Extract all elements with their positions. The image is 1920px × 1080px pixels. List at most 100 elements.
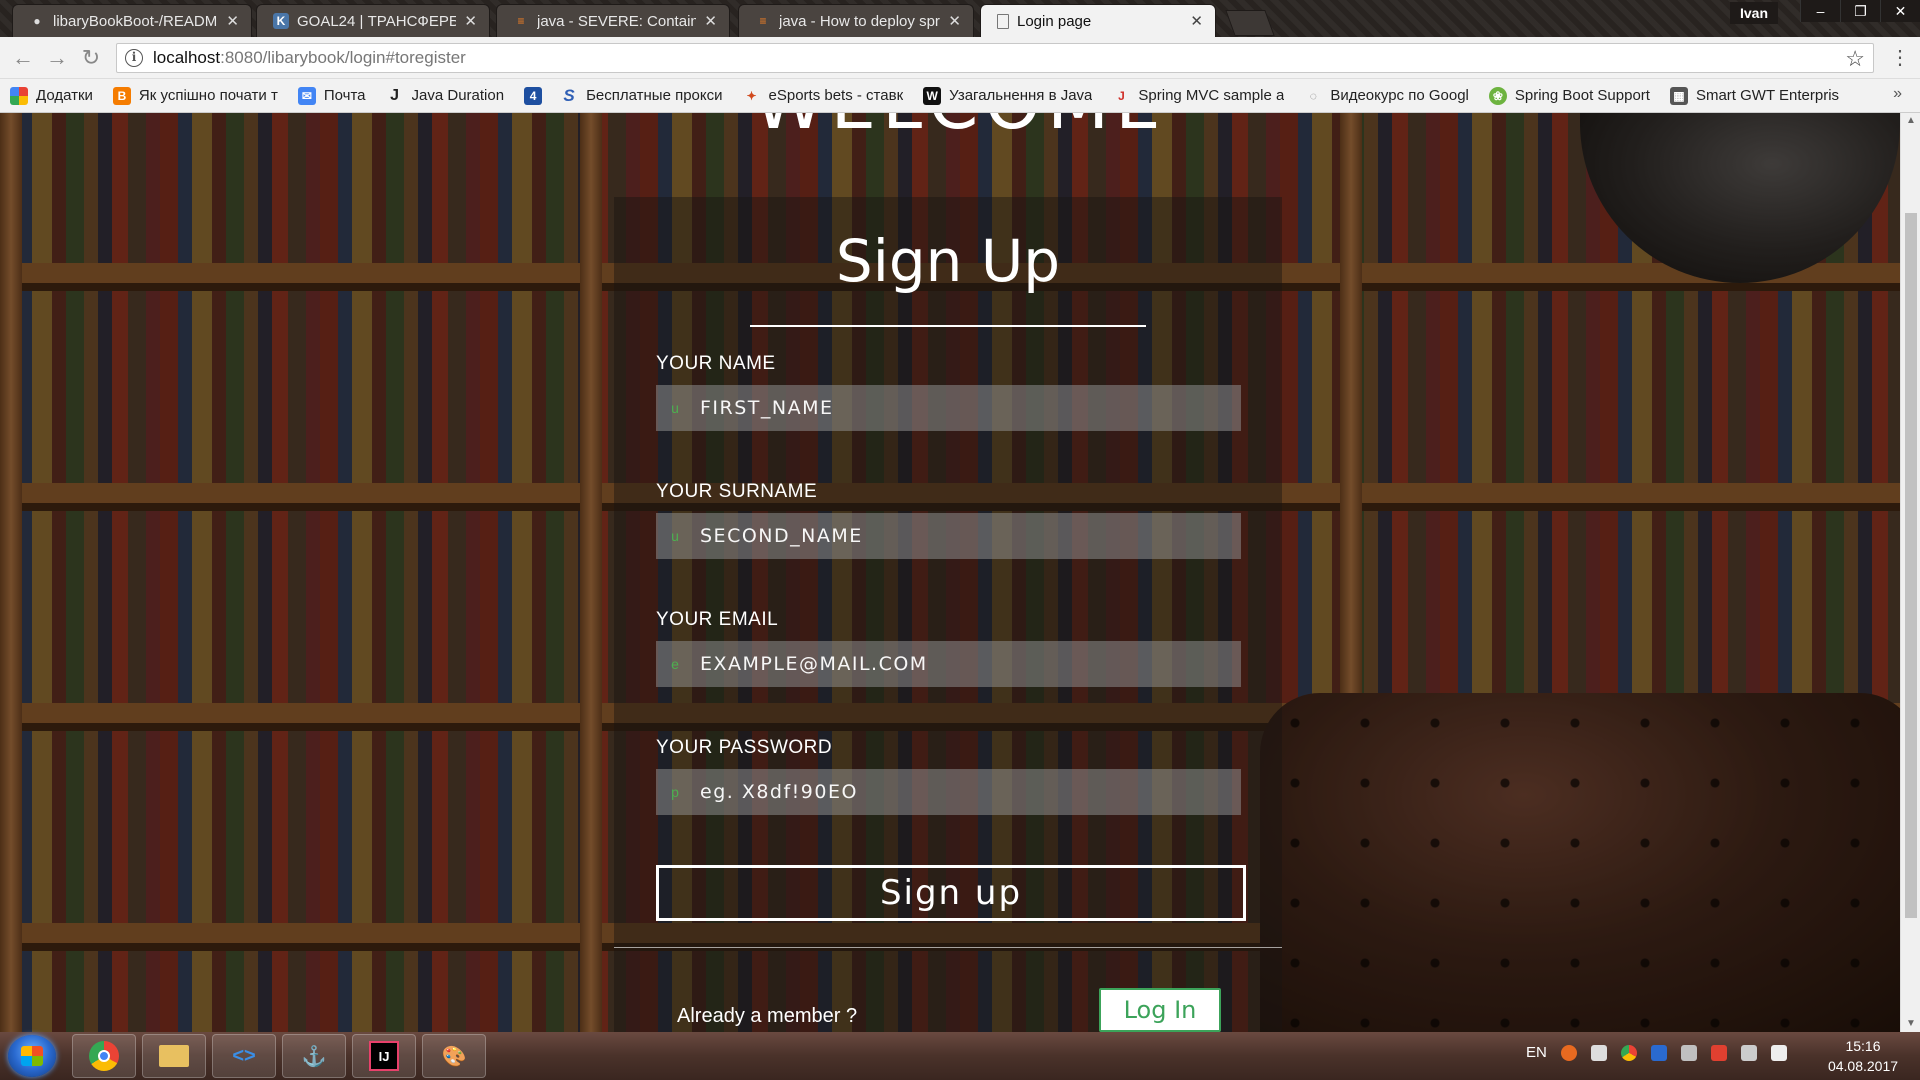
bookmark-item[interactable]: 4 [524,86,550,105]
vscode-icon[interactable]: <> [212,1034,276,1078]
bookmark-item[interactable]: ✉ Почта [297,86,366,105]
stackoverflow-icon: ≡ [759,14,767,28]
tab-goal24[interactable]: K GOAL24 | ТРАНСФЕРБО ✕ [256,4,490,37]
chrome-icon[interactable] [72,1034,136,1078]
page-icon [997,13,1009,29]
windows-taskbar: <> ⚓ IJ 🎨 EN 15:16 04.08.2017 [0,1032,1920,1080]
clock[interactable]: 15:16 04.08.2017 [1818,1036,1908,1076]
spring-icon: ❀ [1488,86,1507,105]
bookmark-item[interactable]: ❀ Spring Boot Support [1488,86,1650,105]
email-icon: e [671,656,679,672]
close-icon[interactable]: ✕ [1190,12,1203,30]
system-tray: EN [1526,1044,1787,1061]
s-icon: S [563,85,575,105]
url-path: :8080/libarybook/login#toregister [220,48,466,67]
tab-stackoverflow-severe[interactable]: ≡ java - SEVERE: Container ✕ [496,4,730,37]
second-name-input[interactable] [700,513,1241,559]
bookmark-star-icon[interactable]: ☆ [1845,46,1865,72]
surname-field: u [656,513,1241,559]
minimize-icon[interactable]: – [1800,0,1840,22]
screenshot-icon[interactable] [1590,1044,1607,1061]
back-icon[interactable]: ← [10,45,36,71]
bookmarks-bar: Додатки B Як успішно почати т ✉ Почта J … [0,79,1920,113]
bookmark-label: Видеокурс по Googl [1330,87,1469,104]
signup-button[interactable]: Sign up [656,865,1246,921]
name-field: u [656,385,1241,431]
w-icon: W [923,86,942,105]
loading-icon: ◌ [1309,88,1317,103]
user-icon: u [671,400,679,416]
bookmark-item[interactable]: W Узагальнення в Java [923,86,1092,105]
close-icon[interactable]: ✕ [226,12,239,30]
network-share-icon[interactable] [1680,1044,1697,1061]
first-name-input[interactable] [700,385,1241,431]
four-icon: 4 [524,86,543,105]
chrome-tray-icon[interactable] [1620,1044,1637,1061]
name-label: YOUR NAME [656,353,776,374]
new-tab-button[interactable] [1225,10,1275,36]
close-window-icon[interactable]: ✕ [1880,0,1920,22]
bookmark-item[interactable]: ✦ eSports bets - ставк [743,87,903,105]
signup-panel: Sign Up YOUR NAME u YOUR SURNAME u YOUR … [614,197,1282,1032]
gwt-icon: ▦ [1669,86,1688,105]
j-icon: J [390,86,399,104]
page-viewport: WELCOME Sign Up YOUR NAME u YOUR SURNAME… [0,113,1900,1032]
bookmark-item[interactable]: J Spring MVC sample a [1112,87,1284,105]
form-title: Sign Up [835,227,1061,295]
title-divider [750,325,1146,327]
tab-title: java - SEVERE: Container [537,12,697,30]
bookmark-item[interactable]: ▦ Smart GWT Enterpris [1669,86,1839,105]
scrollbar-thumb[interactable] [1905,213,1917,918]
close-icon[interactable]: ✕ [464,12,477,30]
surname-label: YOUR SURNAME [656,481,818,502]
restore-icon[interactable]: ❐ [1840,0,1880,22]
bookmark-apps[interactable]: Додатки [10,86,93,105]
close-icon[interactable]: ✕ [704,12,717,30]
mysql-workbench-icon[interactable]: ⚓ [282,1034,346,1078]
flame-icon[interactable] [1560,1044,1577,1061]
clock-date: 04.08.2017 [1827,1058,1899,1074]
tab-readme[interactable]: ● libaryBookBoot-/READM ✕ [12,4,252,37]
speaker-alert-icon[interactable] [1710,1044,1727,1061]
intellij-icon[interactable]: IJ [352,1034,416,1078]
start-button[interactable] [8,1035,56,1077]
address-bar[interactable]: i localhost:8080/libarybook/login#toregi… [116,43,1874,73]
bookmark-item[interactable]: ◌ Видеокурс по Googl [1304,87,1469,105]
action-center-icon[interactable] [1740,1044,1757,1061]
info-icon[interactable]: i [125,49,143,67]
bookmark-label: Spring MVC sample a [1138,87,1285,104]
bookmark-item[interactable]: J Java Duration [386,86,504,105]
tab-login-page[interactable]: Login page ✕ [980,4,1216,37]
paint-icon[interactable]: 🎨 [422,1034,486,1078]
bookmark-label: Бесплатные прокси [586,87,723,104]
tab-title: GOAL24 | ТРАНСФЕРБО [297,12,457,30]
bookmark-label: Додатки [36,87,93,104]
volume-icon[interactable] [1770,1044,1787,1061]
menu-icon[interactable]: ⋮ [1890,45,1910,70]
email-input[interactable] [700,641,1241,687]
password-field: p [656,769,1241,815]
password-input[interactable] [700,769,1241,815]
tab-stackoverflow-deploy[interactable]: ≡ java - How to deploy spr ✕ [738,4,974,37]
password-label: YOUR PASSWORD [656,737,833,758]
vk-icon: K [273,13,289,29]
tab-title: Login page [1017,12,1092,30]
forward-icon[interactable]: → [44,45,70,71]
bookmark-item[interactable]: B Як успішно почати т [112,86,278,105]
scroll-down-icon[interactable]: ▼ [1901,1016,1920,1032]
bookmark-item[interactable]: S Бесплатные прокси [560,85,723,105]
reload-icon[interactable]: ↻ [78,45,104,71]
scroll-up-icon[interactable]: ▲ [1901,113,1920,129]
explorer-icon[interactable] [142,1034,206,1078]
profile-name[interactable]: Ivan [1730,2,1779,24]
toolbar: ← → ↻ i localhost:8080/libarybook/login#… [0,37,1920,79]
window-controls: – ❐ ✕ [1800,0,1920,22]
more-bookmarks-icon[interactable]: » [1893,85,1902,103]
mail-tray-icon[interactable] [1650,1044,1667,1061]
close-icon[interactable]: ✕ [948,12,961,30]
page-scrollbar[interactable]: ▲ ▼ [1900,113,1920,1032]
language-indicator[interactable]: EN [1526,1044,1547,1061]
blogger-icon: B [112,86,131,105]
login-button[interactable]: Log In [1099,988,1221,1032]
stackoverflow-icon: ≡ [517,14,525,28]
